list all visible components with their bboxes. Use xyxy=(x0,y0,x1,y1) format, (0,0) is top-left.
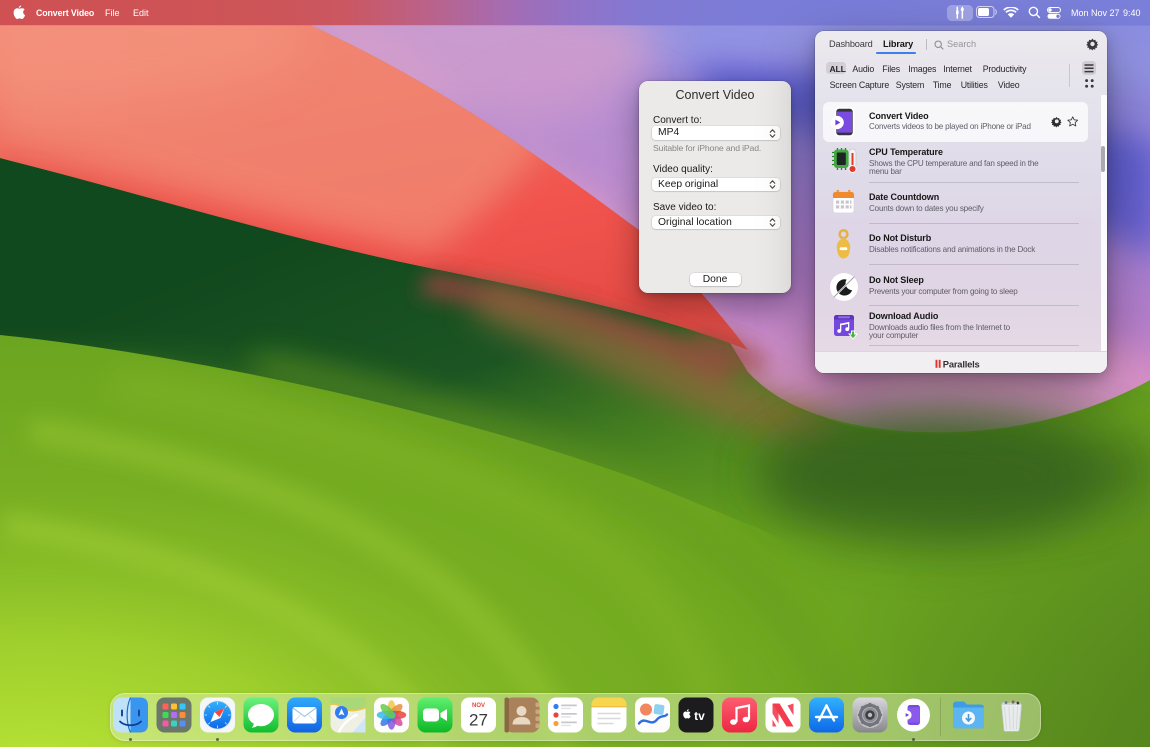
svg-text:NOV: NOV xyxy=(472,703,485,709)
svg-text:tv: tv xyxy=(694,709,705,723)
svg-text:Parallels: Parallels xyxy=(942,359,979,369)
svg-text:27: 27 xyxy=(469,711,488,730)
